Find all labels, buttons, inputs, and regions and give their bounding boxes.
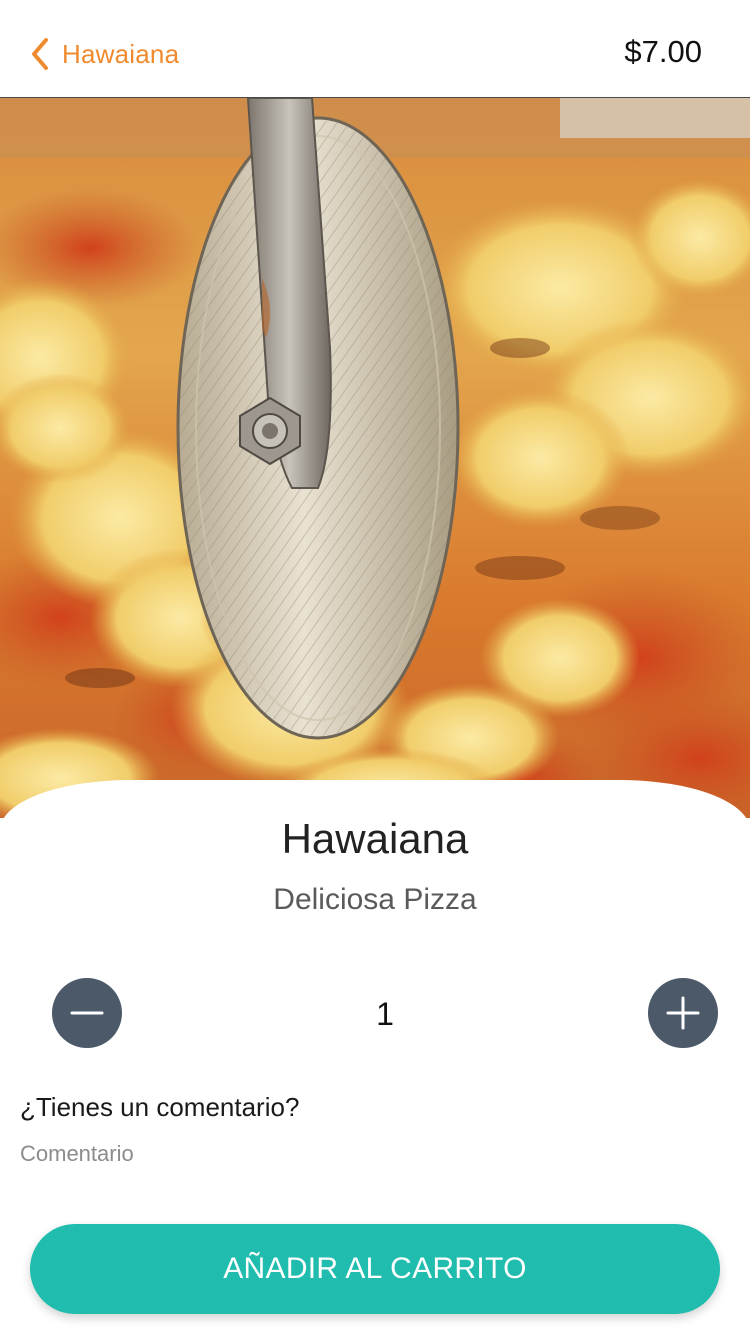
product-title: Hawaiana xyxy=(281,815,469,862)
comment-label: ¿Tienes un comentario? xyxy=(20,1092,300,1122)
product-card: Hawaiana Deliciosa Pizza 1 ¿Tienes un co… xyxy=(0,780,750,1334)
product-description: Deliciosa Pizza xyxy=(273,883,477,916)
decrease-quantity-button[interactable] xyxy=(52,978,122,1048)
back-label: Hawaiana xyxy=(62,38,180,69)
plus-icon xyxy=(666,996,700,1030)
pizza-cutter-photo xyxy=(0,98,750,818)
comment-input[interactable] xyxy=(20,1136,720,1172)
product-detail-screen: Hawaiana $7.00 Hawaiana Deliciosa Pizza … xyxy=(0,0,750,1334)
increase-quantity-button[interactable] xyxy=(648,978,718,1048)
product-image xyxy=(0,98,750,818)
quantity-stepper: 1 xyxy=(0,978,750,1048)
minus-icon xyxy=(70,1011,104,1015)
quantity-value: 1 xyxy=(376,996,394,1032)
price-label: $7.00 xyxy=(624,34,702,69)
add-to-cart-button[interactable]: AÑADIR AL CARRITO xyxy=(30,1224,720,1314)
chevron-left-icon xyxy=(32,38,48,70)
top-bar: Hawaiana $7.00 xyxy=(0,0,750,98)
back-button[interactable]: Hawaiana xyxy=(30,30,179,78)
